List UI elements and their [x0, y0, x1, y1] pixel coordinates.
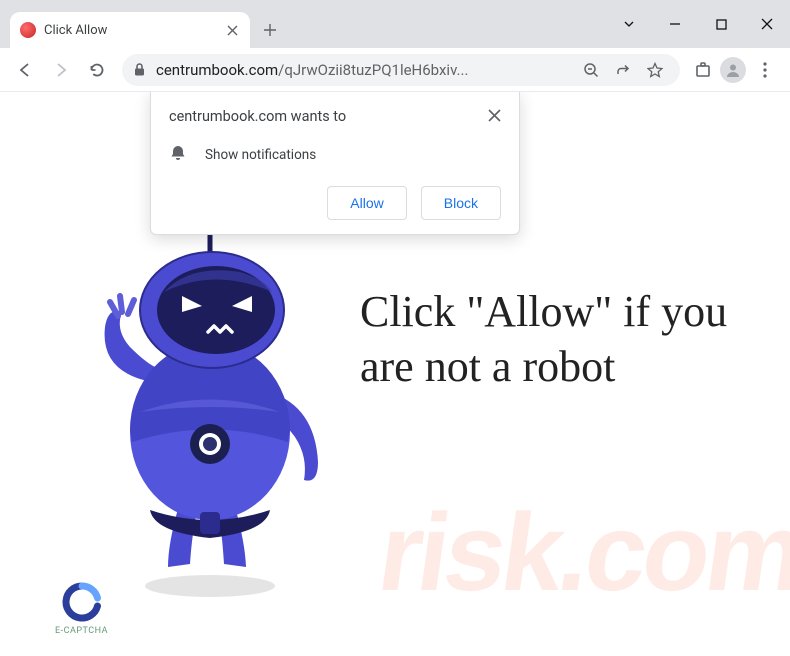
notification-permission-label: Show notifications: [205, 147, 316, 163]
chevron-down-icon[interactable]: [606, 4, 652, 44]
tab-close-button[interactable]: [224, 22, 240, 38]
lock-icon[interactable]: [130, 61, 148, 79]
page-headline: Click "Allow" if you are not a robot: [360, 284, 740, 394]
page-content: risk.com: [0, 92, 790, 656]
address-bar[interactable]: centrumbook.com/qJrwOzii8tuzPQ1leH6bxiv.…: [122, 54, 680, 86]
notification-origin: centrumbook.com wants to: [169, 108, 346, 125]
kebab-menu-button[interactable]: [748, 53, 782, 87]
url-text: centrumbook.com/qJrwOzii8tuzPQ1leH6bxiv.…: [156, 61, 574, 79]
new-tab-button[interactable]: [256, 16, 284, 44]
ecaptcha-label: E-CAPTCHA: [55, 626, 108, 636]
robot-shadow: [145, 575, 275, 597]
block-button[interactable]: Block: [421, 186, 501, 220]
notification-permission-prompt: centrumbook.com wants to Show notificati…: [150, 92, 520, 235]
profile-avatar[interactable]: [720, 57, 746, 83]
extensions-button[interactable]: [688, 55, 718, 85]
browser-toolbar: centrumbook.com/qJrwOzii8tuzPQ1leH6bxiv.…: [0, 48, 790, 92]
watermark-text: risk.com: [371, 489, 790, 616]
window-close-button[interactable]: [744, 4, 790, 44]
share-icon[interactable]: [614, 61, 632, 79]
reload-button[interactable]: [80, 53, 114, 87]
allow-button[interactable]: Allow: [327, 186, 406, 220]
ecaptcha-logo-icon: [62, 582, 102, 622]
zoom-icon[interactable]: [582, 61, 600, 79]
bookmark-star-icon[interactable]: [646, 61, 664, 79]
tab-favicon: [20, 22, 36, 38]
window-titlebar: Click Allow: [0, 0, 790, 48]
omnibox-actions: [582, 61, 672, 79]
forward-button: [44, 53, 78, 87]
bell-icon: [169, 144, 187, 166]
tab-title: Click Allow: [44, 23, 216, 38]
back-button[interactable]: [8, 53, 42, 87]
robot-illustration: [60, 212, 360, 592]
notification-close-button[interactable]: [488, 108, 501, 126]
window-minimize-button[interactable]: [652, 4, 698, 44]
ecaptcha-badge: E-CAPTCHA: [55, 582, 108, 636]
window-controls: [606, 0, 790, 48]
browser-tab[interactable]: Click Allow: [10, 12, 250, 48]
window-maximize-button[interactable]: [698, 4, 744, 44]
